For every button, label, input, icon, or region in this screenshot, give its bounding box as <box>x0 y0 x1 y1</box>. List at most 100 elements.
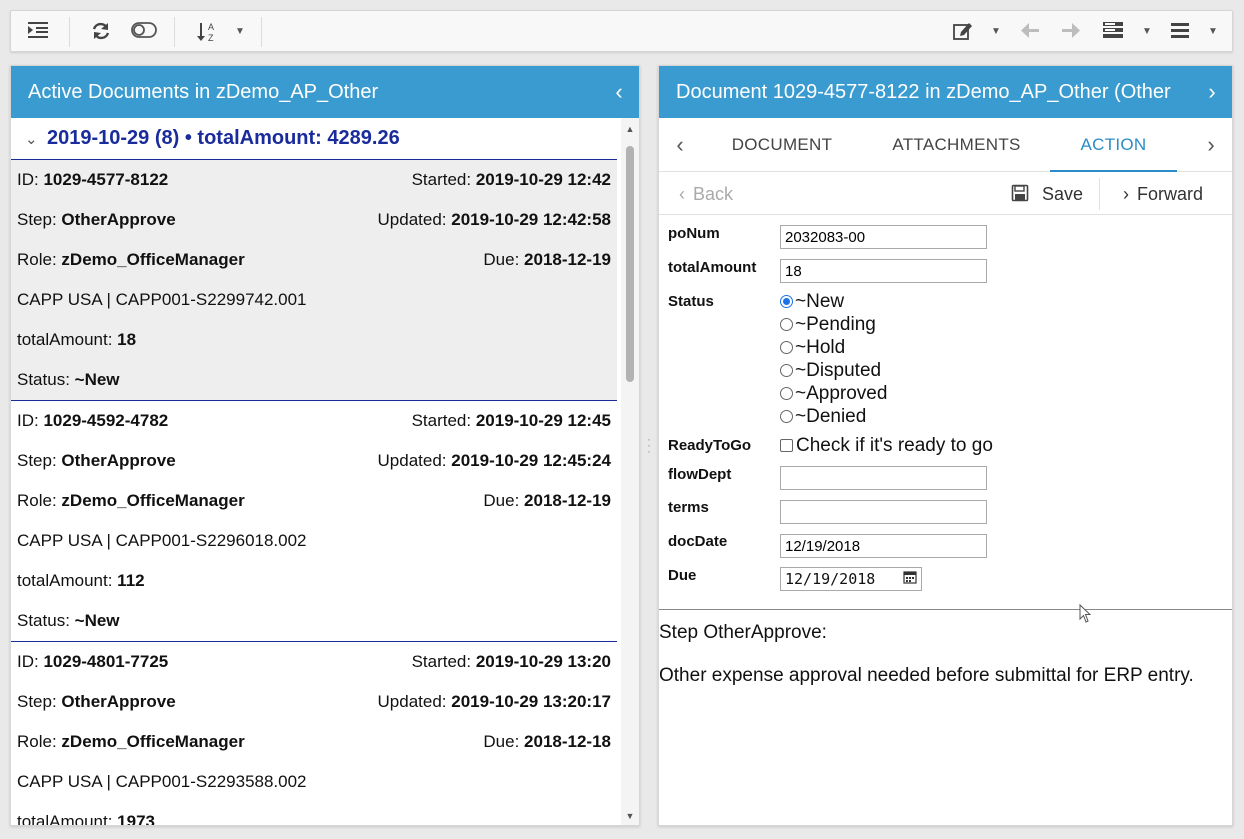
back-button[interactable]: ‹ Back <box>679 173 733 215</box>
menu-dropdown-icon[interactable]: ▼ <box>1208 20 1218 44</box>
calendar-icon[interactable] <box>903 568 917 590</box>
amount-value: 112 <box>117 571 145 590</box>
document-item[interactable]: ID: 1029-4801-7725 Started: 2019-10-29 1… <box>11 642 617 826</box>
readytogo-checkbox-row[interactable]: Check if it's ready to go <box>780 434 993 457</box>
ponum-label: poNum <box>668 225 720 242</box>
status-radio-disputed[interactable]: ~Disputed <box>780 359 881 382</box>
arrow-right-icon[interactable] <box>1058 20 1084 44</box>
doc-id: 1029-4577-8122 <box>43 170 169 189</box>
status-radio-approved[interactable]: ~Approved <box>780 382 887 405</box>
action-divider <box>1099 178 1100 210</box>
document-item[interactable]: ID: 1029-4592-4782 Started: 2019-10-29 1… <box>11 401 617 642</box>
tab-scroll-left-icon[interactable]: ‹ <box>665 118 695 172</box>
right-panel-header: Document 1029-4577-8122 in zDemo_AP_Othe… <box>659 66 1232 118</box>
edit-dropdown-icon[interactable]: ▼ <box>991 20 1001 44</box>
collapse-left-icon[interactable]: ‹ <box>599 66 639 118</box>
status-radio-pending[interactable]: ~Pending <box>780 313 876 336</box>
step-value: OtherApprove <box>61 692 176 711</box>
save-button[interactable]: Save <box>1011 173 1083 215</box>
doc-row-amount: totalAmount: 18 <box>11 320 617 360</box>
toolbar-divider <box>69 17 70 47</box>
chevron-down-icon[interactable]: ⌄ <box>25 120 47 160</box>
role-label: Role: <box>17 250 62 269</box>
doc-id: 1029-4592-4782 <box>43 411 169 430</box>
toggle-icon[interactable] <box>130 20 158 44</box>
step-label: Step: <box>17 451 62 470</box>
refresh-icon[interactable] <box>89 20 113 44</box>
expand-right-icon[interactable]: › <box>1192 66 1232 118</box>
back-label: Back <box>693 184 734 204</box>
scroll-up-icon[interactable]: ▲ <box>621 124 639 134</box>
amount-label: totalAmount: <box>17 812 118 826</box>
right-panel-title: Document 1029-4577-8122 in zDemo_AP_Othe… <box>676 81 1171 103</box>
layout-icon[interactable] <box>1100 20 1126 44</box>
radio-icon[interactable] <box>780 318 793 331</box>
radio-selected-icon[interactable] <box>780 295 793 308</box>
scroll-down-icon[interactable]: ▼ <box>621 811 639 821</box>
main-toolbar: AZ ▼ ▼ ▼ ▼ <box>10 10 1233 52</box>
updated-label: Updated: <box>377 210 452 229</box>
tab-scroll-right-icon[interactable]: › <box>1196 118 1226 172</box>
radio-icon[interactable] <box>780 364 793 377</box>
list-scrollbar[interactable]: ▲ ▼ <box>621 118 639 825</box>
totalamount-label: totalAmount <box>668 259 757 276</box>
panel-splitter-handle[interactable]: · · · <box>646 433 652 457</box>
terms-input[interactable] <box>780 500 987 524</box>
mouse-cursor-icon <box>1079 604 1091 623</box>
role-label: Role: <box>17 732 62 751</box>
tab-attachments[interactable]: ATTACHMENTS <box>879 118 1034 172</box>
doc-row-vendor: CAPP USA | CAPP001-S2299742.001 <box>11 280 617 320</box>
readytogo-label: ReadyToGo <box>668 437 752 454</box>
step-description: Other expense approval needed before sub… <box>659 665 1194 686</box>
forward-button[interactable]: › Forward <box>1123 173 1203 215</box>
document-detail-panel: Document 1029-4577-8122 in zDemo_AP_Othe… <box>658 65 1233 826</box>
status-radio-hold[interactable]: ~Hold <box>780 336 845 359</box>
docdate-input[interactable] <box>780 534 987 558</box>
updated-label: Updated: <box>377 451 452 470</box>
started-label: Started: <box>411 170 476 189</box>
amount-label: totalAmount: <box>17 571 118 590</box>
checkbox-icon[interactable] <box>780 439 793 452</box>
tab-document[interactable]: DOCUMENT <box>707 118 857 172</box>
totalamount-input[interactable] <box>780 259 987 283</box>
status-label: Status: <box>17 370 75 389</box>
doc-row-id: ID: 1029-4592-4782 Started: 2019-10-29 1… <box>11 401 617 441</box>
step-label: Step: <box>17 210 62 229</box>
doc-row-vendor: CAPP USA | CAPP001-S2296018.002 <box>11 521 617 561</box>
radio-icon[interactable] <box>780 410 793 423</box>
radio-icon[interactable] <box>780 387 793 400</box>
amount-label: totalAmount: <box>17 330 118 349</box>
status-radio-denied[interactable]: ~Denied <box>780 405 866 428</box>
sort-az-icon[interactable]: AZ <box>195 20 219 44</box>
status-radio-new[interactable]: ~New <box>780 290 844 313</box>
amount-value: 18 <box>117 330 137 349</box>
role-label: Role: <box>17 491 62 510</box>
due-label: Due: <box>483 250 525 269</box>
vendor-value: CAPP USA | CAPP001-S2296018.002 <box>17 531 307 550</box>
menu-icon[interactable] <box>1167 20 1193 44</box>
started-value: 2019-10-29 13:20 <box>475 652 611 671</box>
doc-row-amount: totalAmount: 1973 <box>11 802 617 826</box>
ponum-input[interactable] <box>780 225 987 249</box>
arrow-left-icon[interactable] <box>1017 20 1043 44</box>
sort-dropdown-icon[interactable]: ▼ <box>235 20 245 44</box>
doc-row-amount: totalAmount: 112 <box>11 561 617 601</box>
radio-label: ~Denied <box>795 406 867 427</box>
layout-dropdown-icon[interactable]: ▼ <box>1142 20 1152 44</box>
updated-value: 2019-10-29 12:45:24 <box>451 451 611 470</box>
left-panel-title: Active Documents in zDemo_AP_Other <box>28 81 379 103</box>
tab-action[interactable]: ACTION <box>1050 118 1177 172</box>
due-label: Due <box>668 567 697 584</box>
group-header[interactable]: ⌄ 2019-10-29 (8) • totalAmount: 4289.26 <box>11 118 617 160</box>
indent-icon[interactable] <box>25 20 51 44</box>
radio-icon[interactable] <box>780 341 793 354</box>
step-value: OtherApprove <box>61 210 176 229</box>
radio-label: ~New <box>795 291 845 312</box>
doc-row-step: Step: OtherApprove Updated: 2019-10-29 1… <box>11 441 617 481</box>
due-date-input[interactable]: 12/19/2018 <box>780 567 922 591</box>
flowdept-input[interactable] <box>780 466 987 490</box>
doc-row-role: Role: zDemo_OfficeManager Due: 2018-12-1… <box>11 481 617 521</box>
scrollbar-thumb[interactable] <box>626 146 634 382</box>
edit-icon[interactable] <box>951 20 975 44</box>
document-item[interactable]: ID: 1029-4577-8122 Started: 2019-10-29 1… <box>11 160 617 401</box>
